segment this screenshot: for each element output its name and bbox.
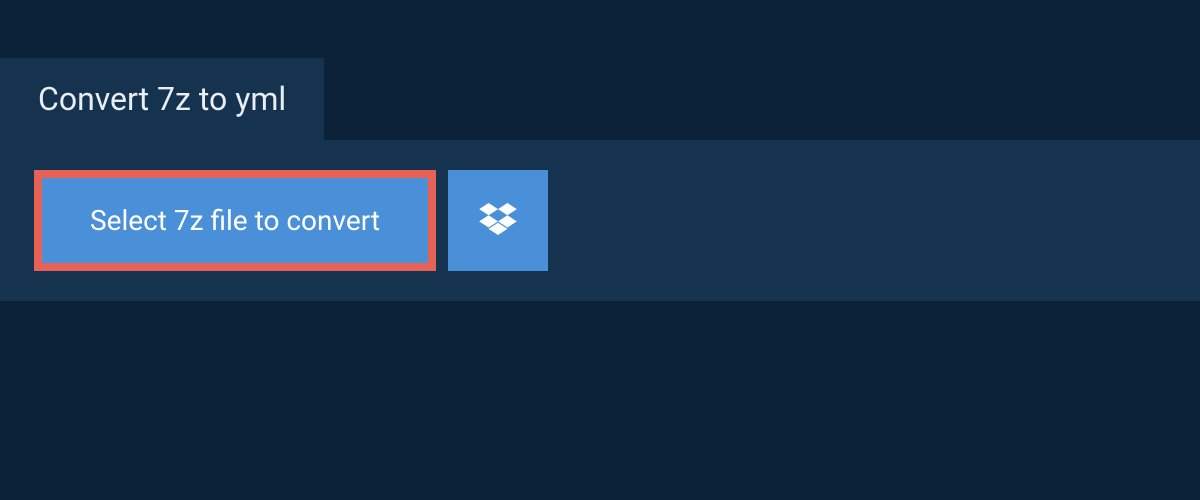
page-title: Convert 7z to yml xyxy=(38,80,286,118)
conversion-panel: Select 7z file to convert xyxy=(0,140,1200,301)
button-row: Select 7z file to convert xyxy=(34,170,1166,271)
dropbox-button[interactable] xyxy=(448,170,548,271)
select-file-button[interactable]: Select 7z file to convert xyxy=(34,170,436,271)
tab-header: Convert 7z to yml xyxy=(0,58,324,140)
select-file-label: Select 7z file to convert xyxy=(90,204,380,237)
dropbox-icon xyxy=(479,203,517,238)
